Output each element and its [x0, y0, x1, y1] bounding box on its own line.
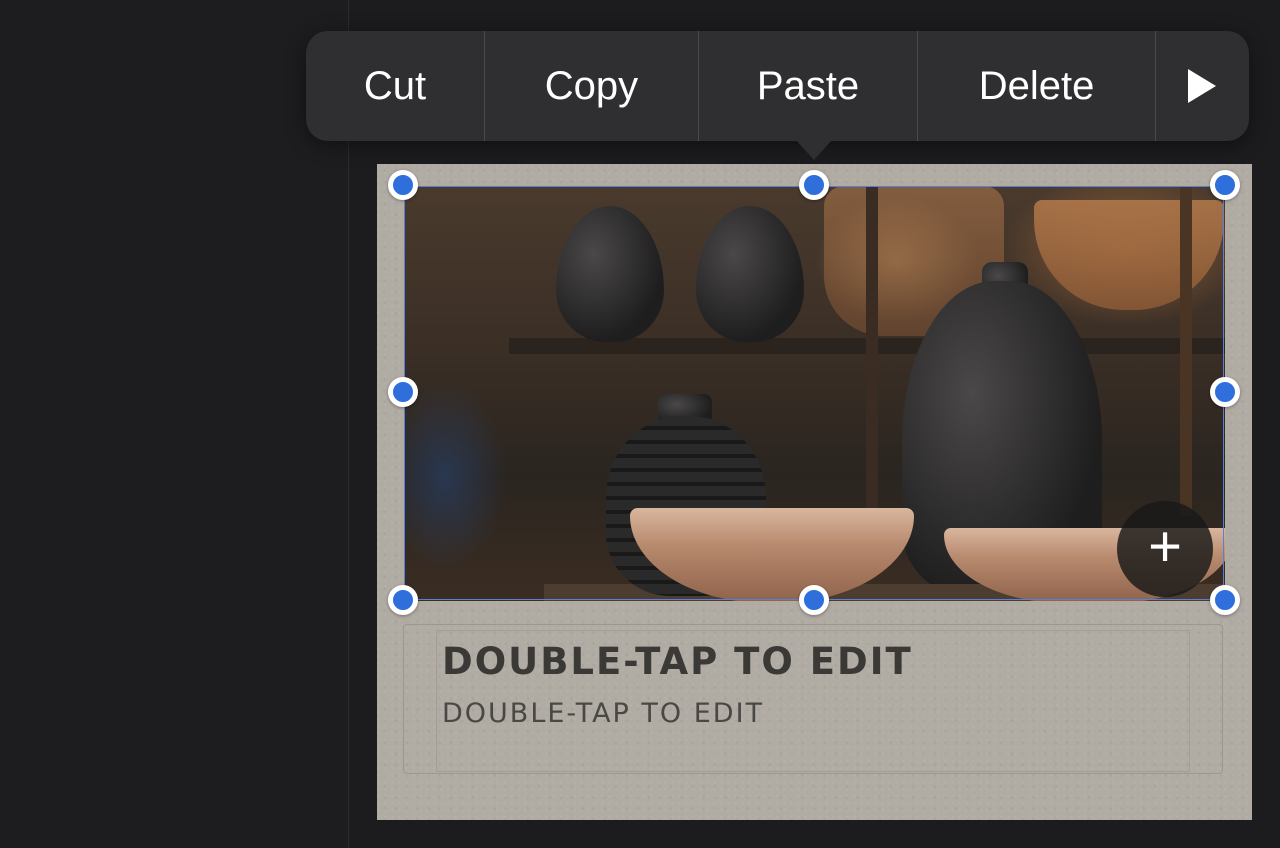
pottery-image[interactable]: [404, 186, 1225, 601]
play-triangle-icon: [1188, 69, 1216, 103]
resize-handle-middle-right[interactable]: [1210, 377, 1240, 407]
shelf-post: [866, 186, 878, 516]
subtitle-placeholder[interactable]: DOUBLE-TAP TO EDIT: [442, 698, 764, 729]
shelf-post: [1180, 186, 1192, 516]
add-media-button[interactable]: +: [1117, 501, 1213, 597]
resize-handle-top-left[interactable]: [388, 170, 418, 200]
resize-handle-bottom-center[interactable]: [799, 585, 829, 615]
vase: [556, 206, 664, 342]
menu-pointer: [796, 140, 832, 160]
resize-handle-bottom-left[interactable]: [388, 585, 418, 615]
resize-handle-top-right[interactable]: [1210, 170, 1240, 200]
plus-icon: +: [1148, 514, 1182, 579]
copy-menu-item[interactable]: Copy: [485, 31, 698, 141]
more-options-button[interactable]: [1156, 31, 1248, 141]
resize-handle-middle-left[interactable]: [388, 377, 418, 407]
left-sidebar: [0, 0, 349, 848]
context-menu: Cut Copy Paste Delete: [306, 31, 1249, 141]
resize-handle-top-center[interactable]: [799, 170, 829, 200]
cut-menu-item[interactable]: Cut: [306, 31, 484, 141]
background-bowl: [1034, 200, 1224, 310]
delete-menu-item[interactable]: Delete: [918, 31, 1155, 141]
title-placeholder[interactable]: DOUBLE-TAP TO EDIT: [442, 640, 913, 683]
resize-handle-bottom-right[interactable]: [1210, 585, 1240, 615]
vase: [696, 206, 804, 342]
paste-menu-item[interactable]: Paste: [699, 31, 917, 141]
